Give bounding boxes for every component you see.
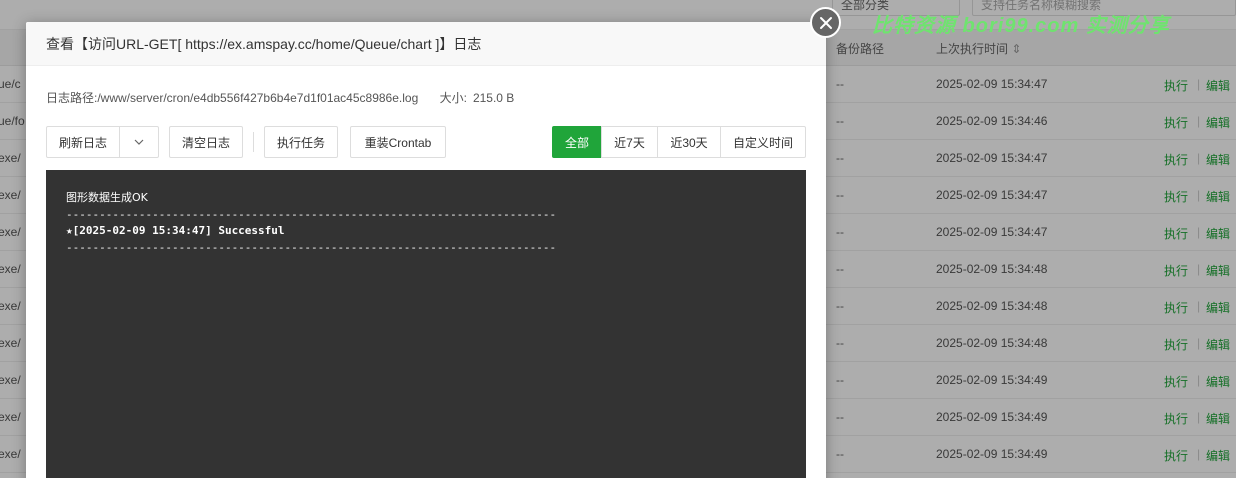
log-line: ★[2025-02-09 15:34:47] Successful <box>66 224 285 237</box>
close-icon <box>819 16 832 29</box>
refresh-log-button[interactable]: 刷新日志 <box>46 126 120 158</box>
filter-custom-time[interactable]: 自定义时间 <box>720 126 806 158</box>
dialog-header: 查看【访问URL-GET[ https://ex.amspay.cc/home/… <box>26 22 826 66</box>
log-path-label: 日志路径: <box>46 91 98 105</box>
refresh-options-dropdown[interactable] <box>119 126 159 158</box>
chevron-down-icon <box>134 139 144 145</box>
clear-log-button[interactable]: 清空日志 <box>169 126 243 158</box>
log-line: 图形数据生成OK <box>66 191 148 204</box>
execute-task-button[interactable]: 执行任务 <box>264 126 338 158</box>
reinstall-crontab-button[interactable]: 重装Crontab <box>350 126 446 158</box>
log-info: 日志路径:/www/server/cron/e4db556f427b6b4e7d… <box>46 89 514 106</box>
toolbar-divider <box>253 132 254 152</box>
filter-7-days[interactable]: 近7天 <box>601 126 658 158</box>
watermark: 比特资源 bori99.com 实测分享 <box>872 15 1170 37</box>
log-line: ----------------------------------------… <box>66 207 557 221</box>
log-size-value: 215.0 B <box>472 91 515 105</box>
filter-all[interactable]: 全部 <box>552 126 602 158</box>
time-filter-group: 全部 近7天 近30天 自定义时间 <box>552 126 806 158</box>
close-dialog-button[interactable] <box>810 7 841 38</box>
log-line: ----------------------------------------… <box>66 240 557 254</box>
log-path-value: /www/server/cron/e4db556f427b6b4e7d1f01a… <box>97 91 419 105</box>
log-viewer-dialog: 查看【访问URL-GET[ https://ex.amspay.cc/home/… <box>26 22 826 478</box>
filter-30-days[interactable]: 近30天 <box>657 126 721 158</box>
dialog-title: 查看【访问URL-GET[ https://ex.amspay.cc/home/… <box>46 35 482 52</box>
log-toolbar: 刷新日志 清空日志 执行任务 重装Crontab 全部 近7天 近30天 自定义… <box>46 126 806 158</box>
log-size-label: 大小: <box>439 91 467 105</box>
log-output[interactable]: 图形数据生成OK -------------------------------… <box>46 170 806 478</box>
